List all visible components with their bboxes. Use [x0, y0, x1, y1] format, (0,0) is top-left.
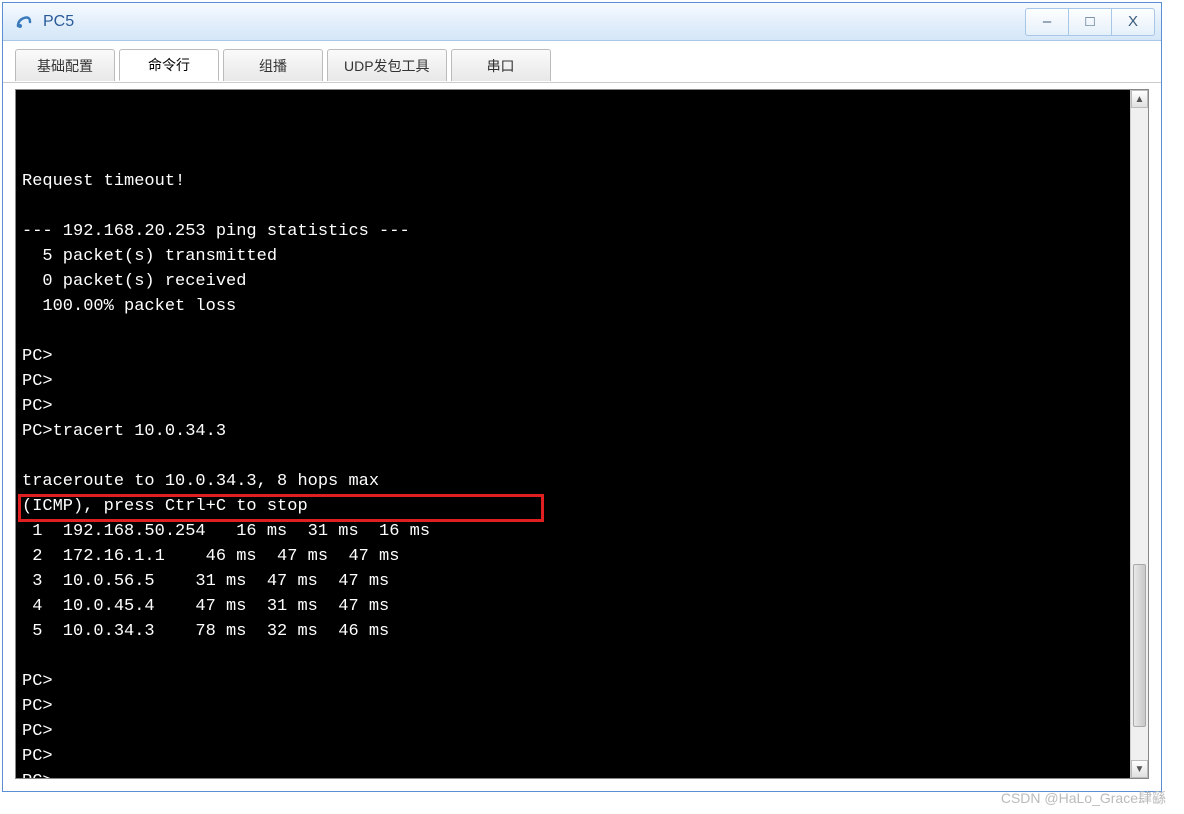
terminal-line [22, 644, 1124, 669]
tab-command-line[interactable]: 命令行 [119, 49, 219, 81]
terminal-line: 4 10.0.45.4 47 ms 31 ms 47 ms [22, 594, 1124, 619]
scrollbar[interactable]: ▲ ▼ [1130, 90, 1148, 778]
terminal-line: PC>tracert 10.0.34.3 [22, 419, 1124, 444]
scrollbar-track-area[interactable] [1131, 108, 1148, 760]
terminal-line: 5 packet(s) transmitted [22, 244, 1124, 269]
terminal-line: PC> [22, 344, 1124, 369]
tabs-row: 基础配置 命令行 组播 UDP发包工具 串口 [3, 41, 1161, 83]
maximize-button[interactable]: □ [1068, 8, 1112, 36]
terminal-line: --- 192.168.20.253 ping statistics --- [22, 219, 1124, 244]
terminal-line: 5 10.0.34.3 78 ms 32 ms 46 ms [22, 619, 1124, 644]
terminal-line: PC> [22, 744, 1124, 769]
tab-udp-tool[interactable]: UDP发包工具 [327, 49, 447, 81]
terminal-line: (ICMP), press Ctrl+C to stop [22, 494, 1124, 519]
terminal-line: Request timeout! [22, 169, 1124, 194]
tab-basic-config[interactable]: 基础配置 [15, 49, 115, 81]
terminal-line: 100.00% packet loss [22, 294, 1124, 319]
terminal-line: traceroute to 10.0.34.3, 8 hops max [22, 469, 1124, 494]
terminal-line: PC> [22, 669, 1124, 694]
terminal-line: PC> [22, 369, 1124, 394]
terminal-line: 0 packet(s) received [22, 269, 1124, 294]
terminal[interactable]: Request timeout! --- 192.168.20.253 ping… [16, 90, 1130, 778]
terminal-line: 3 10.0.56.5 31 ms 47 ms 47 ms [22, 569, 1124, 594]
terminal-line: 1 192.168.50.254 16 ms 31 ms 16 ms [22, 519, 1124, 544]
terminal-line [22, 444, 1124, 469]
terminal-line: PC> [22, 394, 1124, 419]
terminal-line: PC> [22, 694, 1124, 719]
terminal-line [22, 194, 1124, 219]
window-frame: PC5 – □ X 基础配置 命令行 组播 UDP发包工具 串口 Request… [2, 2, 1162, 792]
scrollbar-down-icon[interactable]: ▼ [1131, 760, 1148, 778]
scrollbar-thumb[interactable] [1133, 564, 1146, 727]
watermark-text: CSDN @HaLo_Grace肆繇 [1001, 788, 1166, 808]
tab-serial[interactable]: 串口 [451, 49, 551, 81]
app-icon [13, 11, 35, 33]
terminal-wrap: Request timeout! --- 192.168.20.253 ping… [15, 89, 1149, 779]
scrollbar-up-icon[interactable]: ▲ [1131, 90, 1148, 108]
tab-multicast[interactable]: 组播 [223, 49, 323, 81]
close-button[interactable]: X [1111, 8, 1155, 36]
titlebar[interactable]: PC5 – □ X [3, 3, 1161, 41]
terminal-line [22, 319, 1124, 344]
window-title: PC5 [43, 13, 1026, 31]
minimize-button[interactable]: – [1025, 8, 1069, 36]
terminal-line: 2 172.16.1.1 46 ms 47 ms 47 ms [22, 544, 1124, 569]
terminal-line: PC> [22, 769, 1124, 778]
terminal-line: PC> [22, 719, 1124, 744]
window-controls: – □ X [1026, 8, 1155, 36]
